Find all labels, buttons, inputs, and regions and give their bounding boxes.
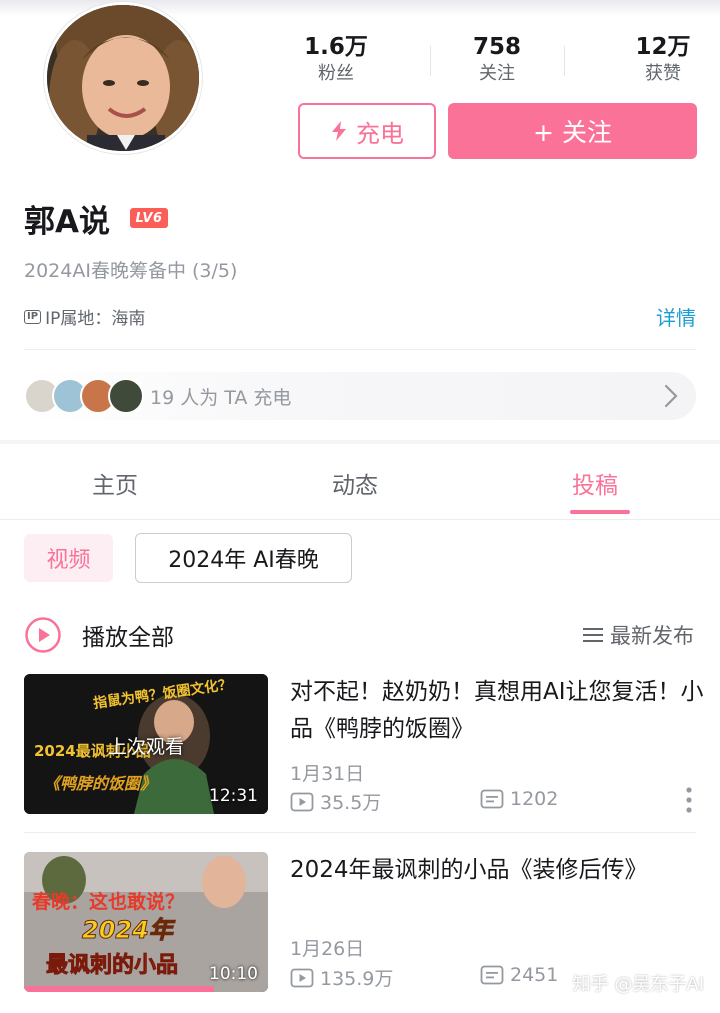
video-thumbnail[interactable]: 指鼠为鸭？饭圈文化？ 2024最讽刺小品 《鸭脖的饭圈》 上次观看 12:31 (24, 674, 268, 814)
video-title[interactable]: 2024年最讽刺的小品《装修后传》 (290, 852, 705, 889)
play-count-icon (290, 968, 314, 987)
avatar-portrait (47, 5, 199, 151)
sort-selector[interactable]: 最新发布 (582, 620, 694, 650)
video-duration: 10:10 (209, 964, 258, 984)
ip-location-row: IP IP属地：海南 (24, 304, 145, 329)
likes-label: 获赞 (645, 63, 681, 84)
profile-tabs: 主页 动态 投稿 (0, 444, 720, 520)
tab-uploads[interactable]: 投稿 (572, 466, 618, 500)
ip-location: IP属地：海南 (45, 309, 146, 329)
tab-home[interactable]: 主页 (92, 466, 138, 500)
video-comments: 1202 (480, 788, 558, 810)
stat-fans[interactable]: 1.6万 粉丝 (300, 32, 372, 86)
likes-count: 12万 (635, 34, 691, 60)
view-count: 35.5万 (320, 792, 382, 814)
follow-button-label: + 关注 (533, 118, 612, 147)
thumbnail-text: 2024年 (82, 916, 176, 944)
view-count: 135.9万 (320, 968, 394, 990)
signature: 2024AI春晚筹备中 (3/5) (24, 260, 238, 282)
stat-divider (430, 46, 431, 76)
video-date: 1月26日 (290, 938, 365, 960)
comment-count: 1202 (510, 788, 559, 810)
lightning-icon (332, 121, 346, 141)
comment-count-icon (480, 965, 504, 985)
charge-supporters-bar[interactable]: 19 人为 TA 充电 (24, 372, 696, 420)
tab-dynamics[interactable]: 动态 (332, 466, 378, 500)
avatar[interactable] (44, 2, 202, 154)
charge-supporters-text: 19 人为 TA 充电 (150, 386, 292, 409)
details-link[interactable]: 详情 (656, 302, 696, 331)
fans-count: 1.6万 (304, 34, 368, 60)
thumbnail-text: 最讽刺的小品 (46, 952, 178, 978)
follow-button[interactable]: + 关注 (448, 103, 697, 159)
following-label: 关注 (479, 63, 515, 84)
filter-chip-video[interactable]: 视频 (24, 534, 113, 582)
divider (24, 832, 696, 833)
video-title[interactable]: 对不起！赵奶奶！真想用AI让您复活！小品《鸭脖的饭圈》 (290, 674, 705, 748)
play-all-label: 播放全部 (82, 625, 174, 651)
last-watched-label: 上次观看 (107, 736, 184, 758)
level-badge: LV6 (130, 208, 168, 228)
username: 郭A说 (24, 204, 110, 240)
sort-icon (583, 628, 603, 642)
stat-following[interactable]: 758 关注 (462, 32, 532, 86)
video-duration: 12:31 (209, 786, 258, 806)
comment-count-icon (480, 789, 504, 809)
charge-button-label: 充电 (356, 119, 404, 148)
video-comments: 2451 (480, 964, 558, 986)
chevron-right-icon (664, 384, 678, 408)
video-views: 35.5万 (290, 788, 381, 815)
ip-icon: IP (24, 309, 42, 324)
following-count: 758 (472, 34, 521, 60)
thumbnail-text: 春晚：这也敢说？ (32, 890, 184, 913)
active-tab-indicator (570, 510, 630, 514)
play-count-icon (290, 792, 314, 811)
stat-divider (564, 46, 565, 76)
fans-label: 粉丝 (318, 63, 354, 84)
video-date: 1月31日 (290, 763, 365, 785)
video-thumbnail[interactable]: 春晚：这也敢说？ 2024年 最讽刺的小品 10:10 (24, 852, 268, 992)
video-views: 135.9万 (290, 964, 393, 991)
comment-count: 2451 (510, 964, 559, 986)
play-circle-icon (25, 617, 61, 653)
filter-chip-album[interactable]: 2024年 AI春晚 (135, 533, 352, 583)
divider (24, 349, 696, 350)
more-options-icon[interactable] (684, 786, 694, 814)
thumbnail-text: 《鸭脖的饭圈》 (44, 774, 156, 793)
play-all-button[interactable]: 播放全部 (24, 616, 174, 654)
stat-likes[interactable]: 12万 获赞 (628, 32, 698, 86)
watermark: 知乎 @吴东子AI (572, 974, 704, 995)
supporter-avatar (108, 378, 144, 414)
charge-button[interactable]: 充电 (298, 103, 436, 159)
sort-label: 最新发布 (610, 624, 694, 648)
